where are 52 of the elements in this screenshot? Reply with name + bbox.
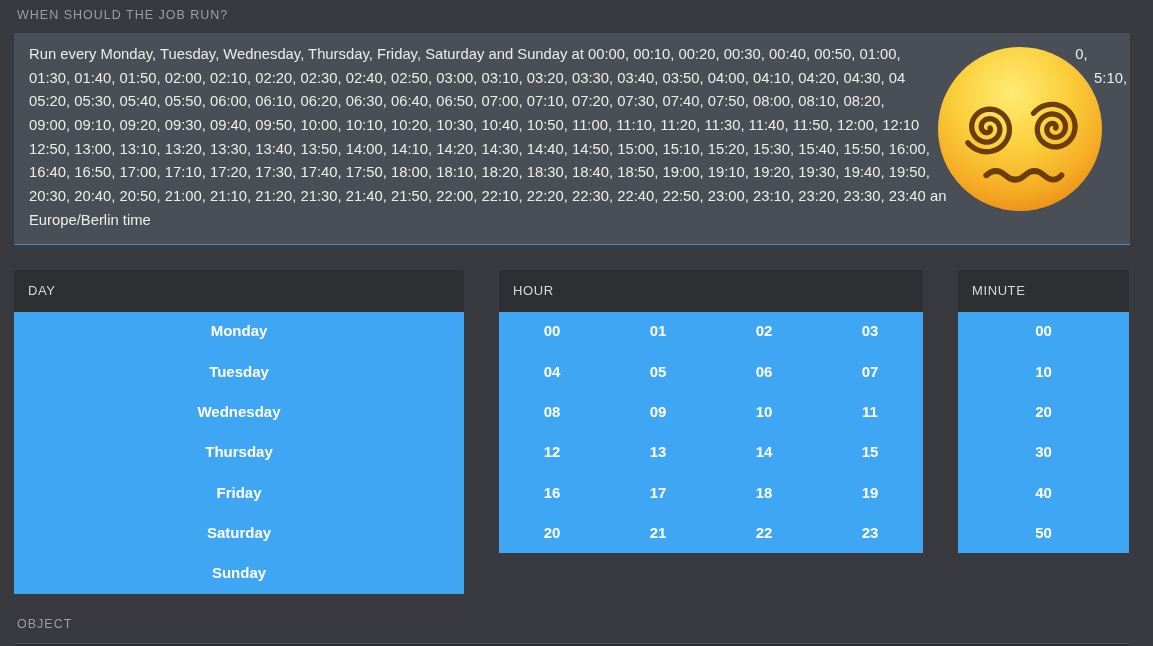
day-option[interactable]: Thursday xyxy=(14,432,464,473)
hour-option[interactable]: 14 xyxy=(711,432,817,473)
day-option[interactable]: Wednesday xyxy=(14,392,464,433)
hour-option[interactable]: 10 xyxy=(711,392,817,433)
summary-text: 5:10, xyxy=(1094,68,1127,88)
day-option[interactable]: Saturday xyxy=(14,513,464,554)
summary-text: 05:20, 05:30, 05:40, 05:50, 06:00, 06:10, 06:20, 06:30, 06:40, 06:50, 07:00, 07:10, 07:20, 07:30, 07:40, 07:50, 08:00, 08:10, 08:20, xyxy=(29,92,885,112)
hour-option[interactable]: 02 xyxy=(711,311,817,352)
hour-option[interactable]: 07 xyxy=(817,351,923,393)
summary-text: 12:50, 13:00, 13:10, 13:20, 13:30, 13:40, 13:50, 14:00, 14:10, 14:20, 14:30, 14:40, 14:50, 15:00, 15:10, 15:20, 15:30, 15:40, 15:50, 16:00, xyxy=(29,139,930,159)
minute-option[interactable]: 00 xyxy=(958,311,1129,352)
hour-option[interactable]: 00 xyxy=(499,311,605,352)
hour-option[interactable]: 16 xyxy=(499,472,605,513)
minute-option[interactable]: 50 xyxy=(958,513,1129,554)
summary-text: 20:30, 20:40, 20:50, 21:00, 21:10, 21:20, 21:30, 21:40, 21:50, 22:00, 22:10, 22:20, 22:30, 22:40, 22:50, 23:00, 23:10, 23:20, 23:30, 23:40 an xyxy=(29,187,947,207)
day-option[interactable]: Sunday xyxy=(14,553,464,594)
picker-header: HOUR xyxy=(499,269,923,312)
summary-text: 16:40, 16:50, 17:00, 17:10, 17:20, 17:30, 17:40, 17:50, 18:00, 18:10, 18:20, 18:30, 18:40, 18:50, 19:00, 19:10, 19:20, 19:30, 19:40, 19:50, xyxy=(29,163,930,183)
hour-option[interactable]: 01 xyxy=(605,311,711,352)
hour-option[interactable]: 09 xyxy=(605,392,711,433)
hour-option[interactable]: 06 xyxy=(711,351,817,393)
minute-option[interactable]: 30 xyxy=(958,432,1129,473)
hour-option[interactable]: 20 xyxy=(499,513,605,554)
hour-option[interactable]: 13 xyxy=(605,432,711,473)
hour-option[interactable]: 19 xyxy=(817,472,923,513)
hour-option[interactable]: 05 xyxy=(605,351,711,393)
day-option[interactable]: Friday xyxy=(14,472,464,513)
hour-option[interactable]: 17 xyxy=(605,472,711,513)
summary-text: 09:00, 09:10, 09:20, 09:30, 09:40, 09:50, 10:00, 10:10, 10:20, 10:30, 10:40, 10:50, 11:00, 11:10, 11:20, 11:30, 11:40, 11:50, 12:00, 12:10 xyxy=(29,116,920,136)
hour-option[interactable]: 12 xyxy=(499,432,605,473)
day-option[interactable]: Monday xyxy=(14,311,464,352)
picker-header: DAY xyxy=(14,269,464,312)
hour-option[interactable]: 11 xyxy=(817,392,923,433)
minute-option[interactable]: 10 xyxy=(958,351,1129,393)
hour-option[interactable]: 23 xyxy=(817,513,923,554)
day-option[interactable]: Tuesday xyxy=(14,351,464,393)
summary-text: Europe/Berlin time xyxy=(29,210,151,230)
picker-header: MINUTE xyxy=(958,269,1129,312)
summary-text: Run every Monday, Tuesday, Wednesday, Thursday, Friday, Saturday and Sunday at 00:00, 00:10, 00:20, 00:30, 00:40, 00:50, 01:00, xyxy=(29,45,901,64)
hour-option[interactable]: 21 xyxy=(605,513,711,554)
summary-text: 01:30, 01:40, 01:50, 02:00, 02:10, 02:20, 02:30, 02:40, 02:50, 03:00, 03:10, 03:20, 03:30, 03:40, 03:50, 04:00, 04:10, 04:20, 04:30, 04 xyxy=(29,68,906,88)
hour-option[interactable]: 08 xyxy=(499,392,605,433)
hour-option[interactable]: 18 xyxy=(711,472,817,513)
minute-option[interactable]: 40 xyxy=(958,472,1129,513)
hour-option[interactable]: 03 xyxy=(817,311,923,352)
hour-option[interactable]: 15 xyxy=(817,432,923,473)
section-label: WHEN SHOULD THE JOB RUN? xyxy=(16,7,230,23)
section-label: OBJECT xyxy=(16,615,74,632)
minute-option[interactable]: 20 xyxy=(958,392,1129,433)
hour-option[interactable]: 22 xyxy=(711,513,817,554)
hour-option[interactable]: 04 xyxy=(499,351,605,393)
summary-text: 0, xyxy=(1075,45,1088,64)
